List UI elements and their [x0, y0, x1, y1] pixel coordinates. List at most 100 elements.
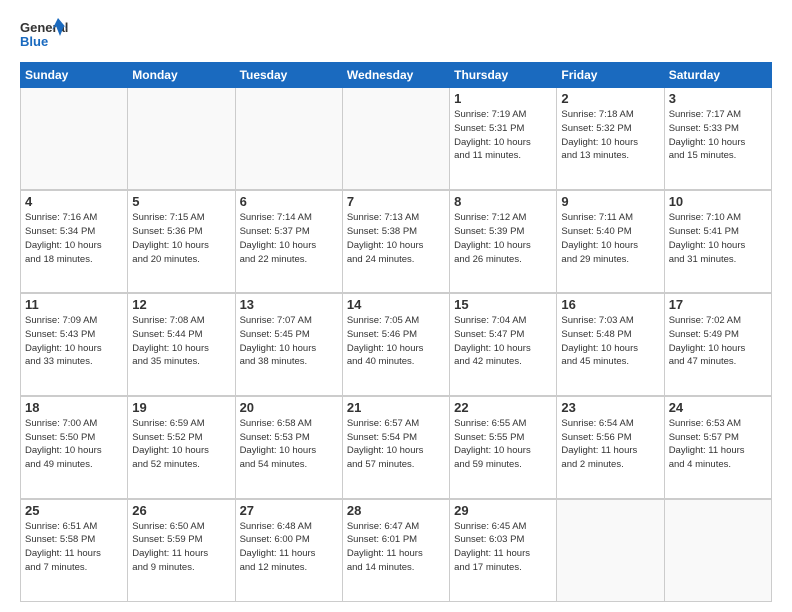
day-number: 22 [454, 400, 552, 415]
calendar-day-cell [664, 499, 771, 602]
calendar-header-cell: Saturday [664, 63, 771, 88]
day-info: Sunrise: 7:11 AM Sunset: 5:40 PM Dayligh… [561, 211, 659, 266]
calendar-header-row: SundayMondayTuesdayWednesdayThursdayFrid… [21, 63, 772, 88]
svg-text:Blue: Blue [20, 34, 48, 49]
day-info: Sunrise: 7:18 AM Sunset: 5:32 PM Dayligh… [561, 108, 659, 163]
day-number: 17 [669, 297, 767, 312]
calendar-day-cell: 25 Sunrise: 6:51 AM Sunset: 5:58 PM Dayli… [21, 499, 128, 602]
calendar-day-cell: 17 Sunrise: 7:02 AM Sunset: 5:49 PM Dayli… [664, 293, 771, 396]
logo: General Blue [20, 16, 70, 54]
calendar-day-cell: 4Sunrise: 7:16 AM Sunset: 5:34 PM Daylig… [21, 190, 128, 293]
day-number: 26 [132, 503, 230, 518]
calendar-day-cell: 7 Sunrise: 7:13 AM Sunset: 5:38 PM Daylig… [342, 190, 449, 293]
calendar-day-cell: 13Sunrise: 7:07 AM Sunset: 5:45 PM Dayli… [235, 293, 342, 396]
day-info: Sunrise: 7:16 AM Sunset: 5:34 PM Dayligh… [25, 211, 123, 266]
calendar-day-cell: 24 Sunrise: 6:53 AM Sunset: 5:57 PM Dayli… [664, 396, 771, 499]
day-info: Sunrise: 6:53 AM Sunset: 5:57 PM Dayligh… [669, 417, 767, 472]
calendar-day-cell: 2 Sunrise: 7:18 AM Sunset: 5:32 PM Daylig… [557, 88, 664, 191]
calendar-day-cell: 8 Sunrise: 7:12 AM Sunset: 5:39 PM Daylig… [450, 190, 557, 293]
day-info: Sunrise: 6:54 AM Sunset: 5:56 PM Dayligh… [561, 417, 659, 472]
day-info: Sunrise: 7:13 AM Sunset: 5:38 PM Dayligh… [347, 211, 445, 266]
day-info: Sunrise: 6:45 AM Sunset: 6:03 PM Dayligh… [454, 520, 552, 575]
day-info: Sunrise: 7:17 AM Sunset: 5:33 PM Dayligh… [669, 108, 767, 163]
calendar-day-cell [21, 88, 128, 191]
calendar-day-cell: 5 Sunrise: 7:15 AM Sunset: 5:36 PM Daylig… [128, 190, 235, 293]
calendar-day-cell: 23 Sunrise: 6:54 AM Sunset: 5:56 PM Dayli… [557, 396, 664, 499]
calendar-day-cell: 12Sunrise: 7:08 AM Sunset: 5:44 PM Dayli… [128, 293, 235, 396]
day-number: 5 [132, 194, 230, 209]
calendar-table: SundayMondayTuesdayWednesdayThursdayFrid… [20, 62, 772, 602]
day-number: 25 [25, 503, 123, 518]
calendar-week-row: 1 Sunrise: 7:19 AM Sunset: 5:31 PM Daylig… [21, 88, 772, 191]
calendar-header-cell: Wednesday [342, 63, 449, 88]
day-number: 24 [669, 400, 767, 415]
day-info: Sunrise: 7:15 AM Sunset: 5:36 PM Dayligh… [132, 211, 230, 266]
day-number: 18 [25, 400, 123, 415]
calendar-header-cell: Tuesday [235, 63, 342, 88]
calendar-day-cell: 15Sunrise: 7:04 AM Sunset: 5:47 PM Dayli… [450, 293, 557, 396]
calendar-header-cell: Thursday [450, 63, 557, 88]
header: General Blue [20, 16, 772, 54]
day-number: 23 [561, 400, 659, 415]
calendar-day-cell: 26 Sunrise: 6:50 AM Sunset: 5:59 PM Dayli… [128, 499, 235, 602]
day-info: Sunrise: 7:08 AM Sunset: 5:44 PM Dayligh… [132, 314, 230, 369]
day-number: 29 [454, 503, 552, 518]
calendar-week-row: 18Sunrise: 7:00 AM Sunset: 5:50 PM Dayli… [21, 396, 772, 499]
calendar-day-cell: 22Sunrise: 6:55 AM Sunset: 5:55 PM Dayli… [450, 396, 557, 499]
calendar-week-row: 4Sunrise: 7:16 AM Sunset: 5:34 PM Daylig… [21, 190, 772, 293]
day-info: Sunrise: 7:02 AM Sunset: 5:49 PM Dayligh… [669, 314, 767, 369]
day-number: 1 [454, 91, 552, 106]
day-info: Sunrise: 6:51 AM Sunset: 5:58 PM Dayligh… [25, 520, 123, 575]
day-info: Sunrise: 6:58 AM Sunset: 5:53 PM Dayligh… [240, 417, 338, 472]
day-info: Sunrise: 6:57 AM Sunset: 5:54 PM Dayligh… [347, 417, 445, 472]
day-info: Sunrise: 7:19 AM Sunset: 5:31 PM Dayligh… [454, 108, 552, 163]
calendar-day-cell: 28 Sunrise: 6:47 AM Sunset: 6:01 PM Dayli… [342, 499, 449, 602]
calendar-day-cell [557, 499, 664, 602]
day-number: 6 [240, 194, 338, 209]
calendar-day-cell: 16Sunrise: 7:03 AM Sunset: 5:48 PM Dayli… [557, 293, 664, 396]
day-info: Sunrise: 6:48 AM Sunset: 6:00 PM Dayligh… [240, 520, 338, 575]
calendar-day-cell: 6 Sunrise: 7:14 AM Sunset: 5:37 PM Daylig… [235, 190, 342, 293]
calendar-day-cell: 10 Sunrise: 7:10 AM Sunset: 5:41 PM Dayli… [664, 190, 771, 293]
calendar-header-cell: Monday [128, 63, 235, 88]
logo-svg: General Blue [20, 16, 70, 54]
day-number: 27 [240, 503, 338, 518]
day-number: 19 [132, 400, 230, 415]
calendar-day-cell: 27 Sunrise: 6:48 AM Sunset: 6:00 PM Dayli… [235, 499, 342, 602]
calendar-day-cell: 14 Sunrise: 7:05 AM Sunset: 5:46 PM Dayli… [342, 293, 449, 396]
day-number: 20 [240, 400, 338, 415]
day-number: 3 [669, 91, 767, 106]
day-info: Sunrise: 7:09 AM Sunset: 5:43 PM Dayligh… [25, 314, 123, 369]
day-info: Sunrise: 6:47 AM Sunset: 6:01 PM Dayligh… [347, 520, 445, 575]
calendar-day-cell: 3 Sunrise: 7:17 AM Sunset: 5:33 PM Daylig… [664, 88, 771, 191]
day-number: 2 [561, 91, 659, 106]
day-number: 9 [561, 194, 659, 209]
calendar-day-cell: 21Sunrise: 6:57 AM Sunset: 5:54 PM Dayli… [342, 396, 449, 499]
day-number: 15 [454, 297, 552, 312]
calendar-header-cell: Friday [557, 63, 664, 88]
day-number: 28 [347, 503, 445, 518]
calendar-body: 1 Sunrise: 7:19 AM Sunset: 5:31 PM Daylig… [21, 88, 772, 602]
calendar-day-cell [128, 88, 235, 191]
day-number: 13 [240, 297, 338, 312]
day-number: 14 [347, 297, 445, 312]
day-info: Sunrise: 7:10 AM Sunset: 5:41 PM Dayligh… [669, 211, 767, 266]
day-info: Sunrise: 7:05 AM Sunset: 5:46 PM Dayligh… [347, 314, 445, 369]
day-number: 10 [669, 194, 767, 209]
day-number: 8 [454, 194, 552, 209]
calendar-day-cell: 20 Sunrise: 6:58 AM Sunset: 5:53 PM Dayli… [235, 396, 342, 499]
calendar-day-cell: 11 Sunrise: 7:09 AM Sunset: 5:43 PM Dayli… [21, 293, 128, 396]
day-number: 7 [347, 194, 445, 209]
day-number: 11 [25, 297, 123, 312]
day-info: Sunrise: 6:59 AM Sunset: 5:52 PM Dayligh… [132, 417, 230, 472]
calendar-day-cell: 9 Sunrise: 7:11 AM Sunset: 5:40 PM Daylig… [557, 190, 664, 293]
day-info: Sunrise: 7:12 AM Sunset: 5:39 PM Dayligh… [454, 211, 552, 266]
calendar-day-cell [342, 88, 449, 191]
calendar-day-cell [235, 88, 342, 191]
day-info: Sunrise: 6:50 AM Sunset: 5:59 PM Dayligh… [132, 520, 230, 575]
day-info: Sunrise: 7:14 AM Sunset: 5:37 PM Dayligh… [240, 211, 338, 266]
calendar-day-cell: 18Sunrise: 7:00 AM Sunset: 5:50 PM Dayli… [21, 396, 128, 499]
calendar-week-row: 11 Sunrise: 7:09 AM Sunset: 5:43 PM Dayli… [21, 293, 772, 396]
calendar-header-cell: Sunday [21, 63, 128, 88]
calendar-day-cell: 1 Sunrise: 7:19 AM Sunset: 5:31 PM Daylig… [450, 88, 557, 191]
